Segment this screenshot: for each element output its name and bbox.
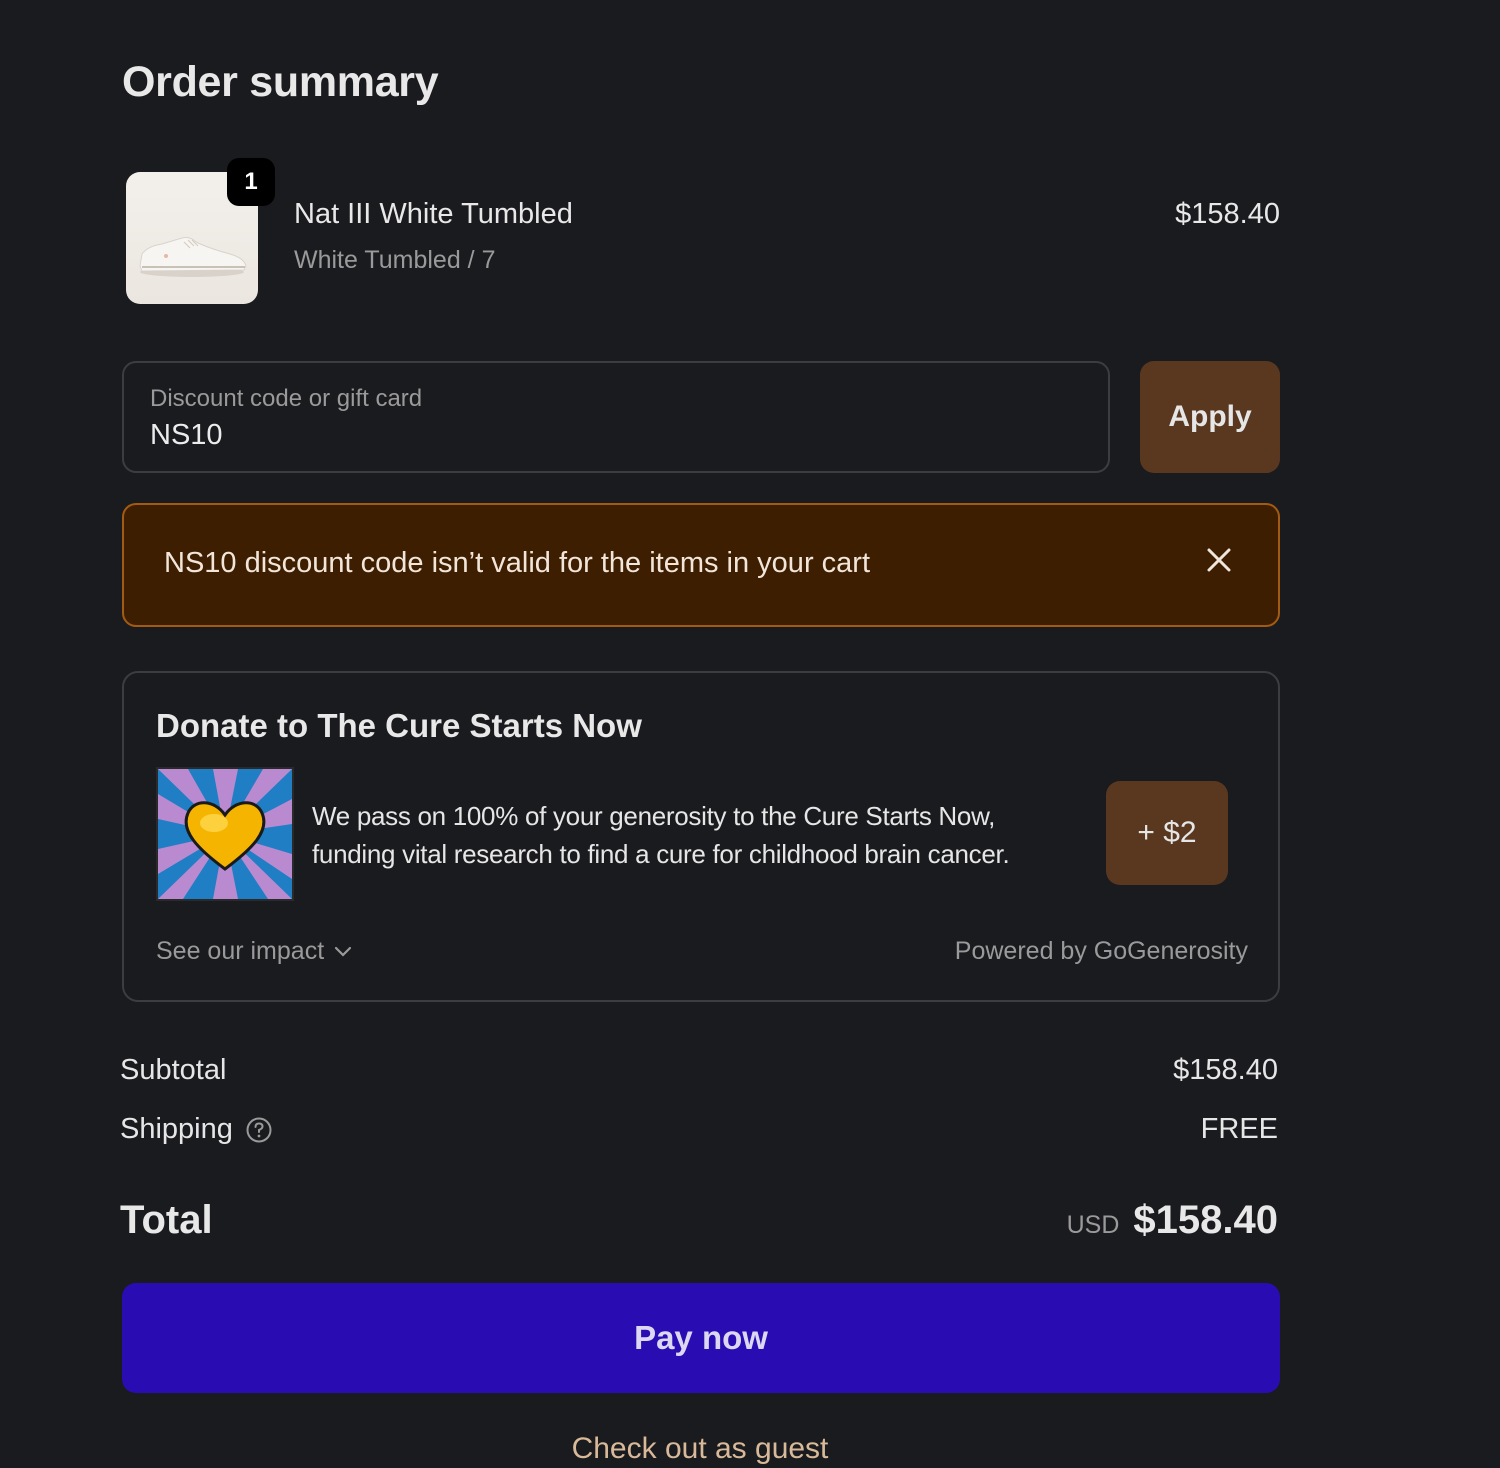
heart-icon (158, 769, 292, 899)
donation-image (156, 767, 294, 901)
donate-button[interactable]: + $2 (1106, 781, 1228, 885)
subtotal-label: Subtotal (120, 1054, 227, 1086)
see-impact-label: See our impact (156, 937, 325, 965)
quantity-badge: 1 (227, 158, 275, 206)
currency-code: USD (1066, 1211, 1120, 1239)
subtotal-value: $158.40 (1173, 1054, 1278, 1086)
discount-field-label: Discount code or gift card (150, 385, 423, 412)
page-title: Order summary (122, 58, 439, 106)
close-icon[interactable] (1204, 545, 1234, 575)
product-price: $158.40 (1175, 198, 1280, 230)
discount-field-value[interactable]: NS10 (150, 419, 223, 452)
total-label: Total (120, 1198, 213, 1242)
help-icon[interactable] (245, 1116, 273, 1144)
discount-error-banner: NS10 discount code isn’t valid for the i… (122, 503, 1280, 627)
shipping-label: Shipping (120, 1113, 233, 1145)
apply-button[interactable]: Apply (1140, 361, 1280, 473)
product-name: Nat III White Tumbled (294, 198, 573, 230)
product-variant: White Tumbled / 7 (294, 246, 496, 274)
donation-description: We pass on 100% of your generosity to th… (312, 797, 1072, 873)
donation-title: Donate to The Cure Starts Now (156, 707, 642, 744)
powered-by-text: Powered by GoGenerosity (954, 937, 1248, 965)
chevron-down-icon (335, 946, 352, 957)
total-value: $158.40 (1133, 1198, 1278, 1242)
shipping-row-label: Shipping (120, 1113, 273, 1146)
donation-card: Donate to The Cure Starts Now We pass on… (122, 671, 1280, 1002)
pay-now-button[interactable]: Pay now (122, 1283, 1280, 1393)
see-impact-link[interactable]: See our impact (156, 937, 352, 966)
error-message: NS10 discount code isn’t valid for the i… (164, 547, 870, 579)
discount-code-field[interactable]: Discount code or gift card NS10 (122, 361, 1110, 473)
checkout-as-guest-link[interactable]: Check out as guest (0, 1432, 1400, 1466)
donation-description-line: We pass on 100% of your generosity to th… (312, 801, 996, 831)
shipping-value: FREE (1200, 1113, 1278, 1145)
total-amount: USD $158.40 (1067, 1198, 1278, 1243)
donation-description-line: funding vital research to find a cure fo… (312, 839, 1010, 869)
